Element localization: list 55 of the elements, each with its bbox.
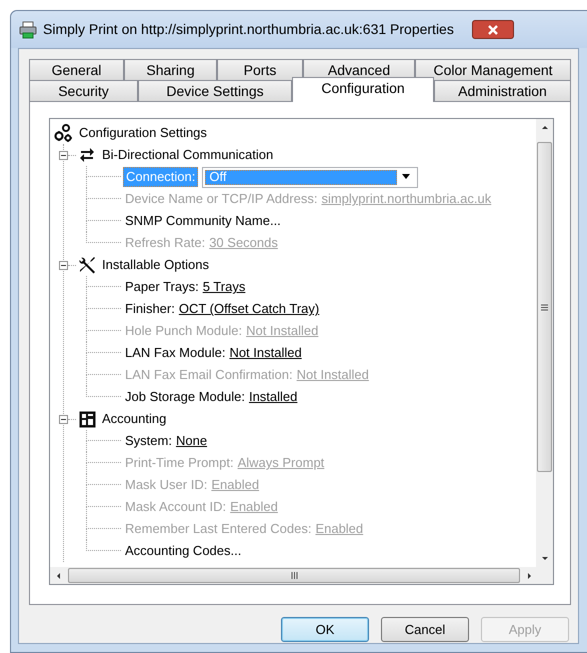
- window-title: Simply Print on http://simplyprint.northumbria.ac.uk:631 Properties: [43, 20, 454, 39]
- tab[interactable]: Administration: [434, 80, 571, 101]
- setting-value[interactable]: None: [176, 431, 208, 451]
- setting-label: Finisher:: [125, 300, 175, 318]
- scroll-thumb[interactable]: [537, 142, 552, 472]
- setting-label: Refresh Rate:: [125, 234, 206, 252]
- setting-label: Mask User ID:: [125, 476, 208, 494]
- setting-action[interactable]: Accounting Codes...: [125, 541, 242, 561]
- tab[interactable]: General: [29, 59, 124, 80]
- setting-label: Print-Time Prompt:: [125, 454, 234, 472]
- setting-action[interactable]: SNMP Community Name...: [125, 211, 281, 231]
- tree-root-label[interactable]: Configuration Settings: [79, 123, 207, 143]
- setting-label: Mask Account ID:: [125, 498, 226, 516]
- setting-value[interactable]: 5 Trays: [202, 277, 246, 297]
- setting-label: Device Name or TCP/IP Address:: [125, 190, 318, 208]
- setting-label: Job Storage Module:: [125, 388, 245, 406]
- dropdown-value: Off: [205, 170, 398, 184]
- tab[interactable]: Device Settings: [138, 80, 292, 101]
- scroll-left-icon[interactable]: [54, 572, 62, 580]
- gears-icon: [54, 124, 74, 142]
- scroll-thumb[interactable]: [68, 568, 520, 583]
- setting-value[interactable]: OCT (Offset Catch Tray): [178, 299, 320, 319]
- calculator-icon: [78, 410, 96, 428]
- tree-group-label[interactable]: Bi-Directional Communication: [102, 145, 274, 165]
- grip-icon: [541, 304, 548, 310]
- vertical-scrollbar[interactable]: [536, 119, 553, 567]
- setting-value[interactable]: Not Installed: [229, 343, 302, 363]
- setting-label: Remember Last Entered Codes:: [125, 520, 312, 538]
- dialog-button[interactable]: Cancel: [381, 617, 469, 642]
- setting-label: System:: [125, 432, 172, 450]
- setting-value[interactable]: Installed: [248, 387, 298, 407]
- collapse-toggle[interactable]: [59, 150, 68, 160]
- scroll-down-icon[interactable]: [540, 554, 548, 562]
- collapse-toggle[interactable]: [59, 260, 68, 270]
- setting-label: Paper Trays:: [125, 278, 199, 296]
- grip-icon: [290, 572, 298, 579]
- tab[interactable]: Sharing: [124, 59, 217, 80]
- tools-icon: [78, 256, 96, 274]
- tab[interactable]: Color Management: [415, 59, 571, 80]
- arrows-icon: [79, 147, 95, 163]
- horizontal-scrollbar[interactable]: [50, 567, 537, 584]
- tab[interactable]: Configuration: [292, 77, 434, 102]
- tree-group-label[interactable]: Installable Options: [102, 255, 209, 275]
- close-button[interactable]: [472, 20, 514, 39]
- tab[interactable]: Ports: [217, 59, 303, 80]
- collapse-toggle[interactable]: [59, 414, 68, 424]
- scroll-up-icon[interactable]: [540, 124, 548, 132]
- dialog-button[interactable]: OK: [281, 617, 369, 642]
- setting-label: Hole Punch Module:: [125, 322, 242, 340]
- tab[interactable]: Security: [29, 80, 138, 101]
- setting-label: LAN Fax Module:: [125, 344, 226, 362]
- tree-group-label[interactable]: Accounting: [102, 409, 166, 429]
- printer-icon: [19, 20, 37, 38]
- close-icon: [486, 24, 499, 34]
- setting-label: LAN Fax Email Confirmation:: [125, 366, 293, 384]
